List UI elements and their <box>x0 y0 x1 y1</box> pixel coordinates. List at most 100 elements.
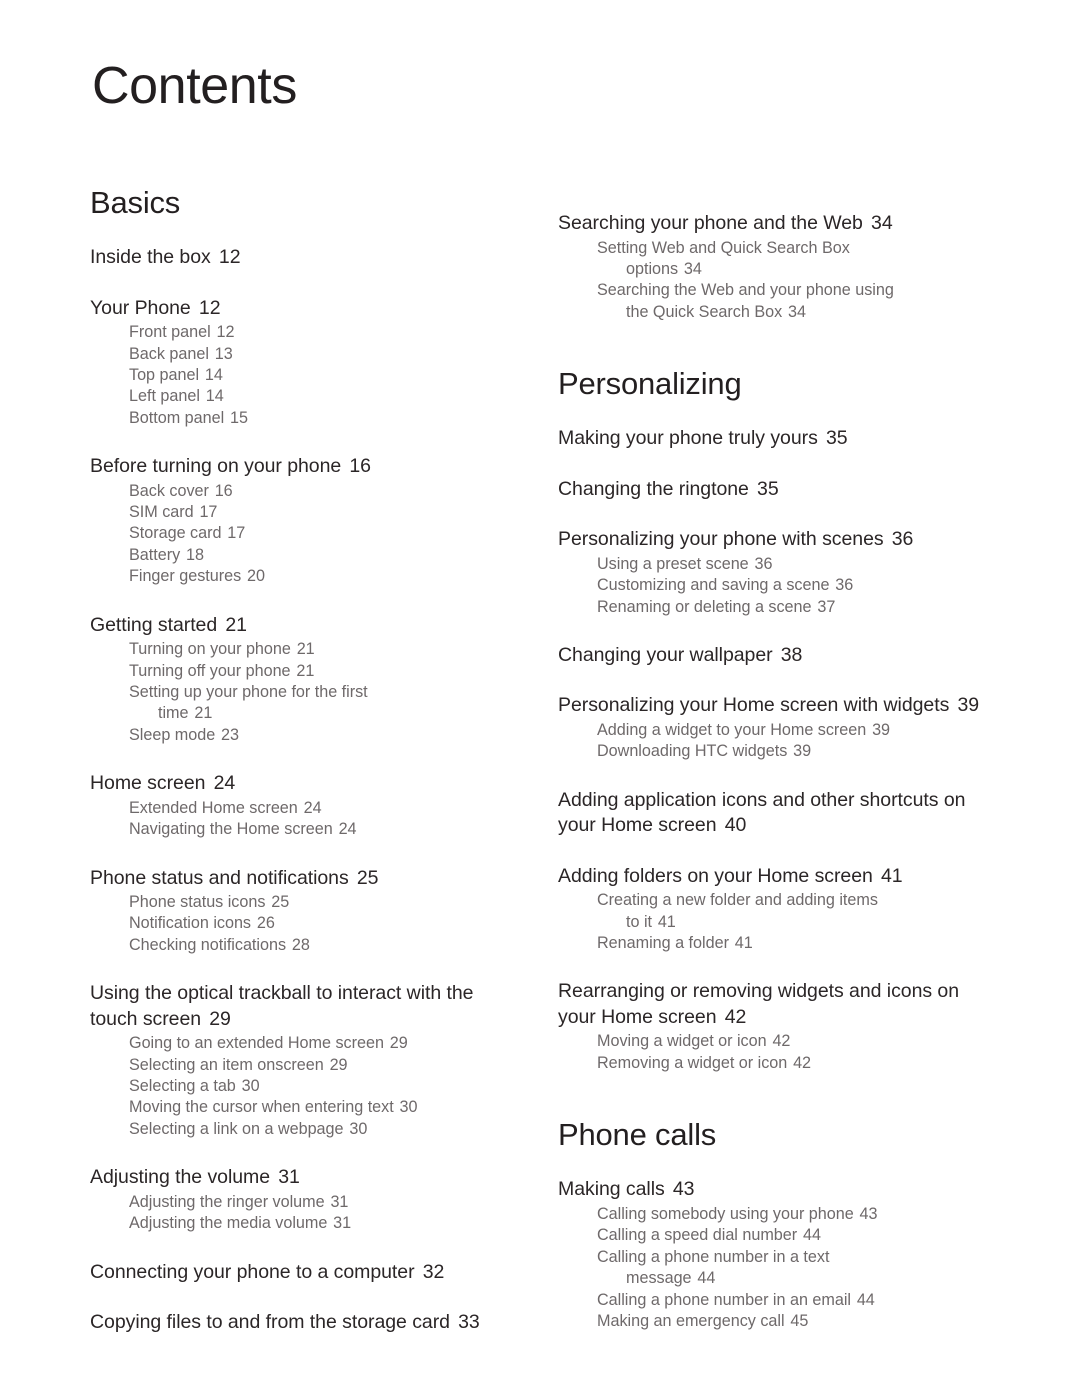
toc-subentry-label: Setting Web and Quick Search Box <box>597 238 850 257</box>
toc-subentry-top-panel[interactable]: Top panel 14 <box>90 365 510 386</box>
toc-subentry-sim-card[interactable]: SIM card 17 <box>90 502 510 523</box>
toc-subentry-page: 24 <box>303 798 322 817</box>
toc-subentry-list: Moving a widget or icon 42 Removing a widg… <box>558 1031 998 1074</box>
toc-subentry-finger-gestures[interactable]: Finger gestures 20 <box>90 566 510 587</box>
toc-subentry-page: 24 <box>338 820 357 839</box>
toc-subentry-page: 36 <box>835 576 854 595</box>
toc-subentry-label: Creating a new folder and adding items <box>597 891 878 910</box>
toc-subentry-calling-somebody-using-your-phone[interactable]: Calling somebody using your phone 43 <box>558 1204 998 1225</box>
toc-subentry-label: Moving the cursor when entering text <box>129 1098 394 1117</box>
toc-subentry-back-panel[interactable]: Back panel 13 <box>90 344 510 365</box>
toc-entry-connecting-your-phone-to-a-computer[interactable]: Connecting your phone to a computer 32 <box>90 1260 510 1286</box>
toc-entry-label: Personalizing your phone with scenes <box>558 528 884 551</box>
toc-subentry-list: Creating a new folder and adding items to… <box>558 890 998 954</box>
toc-subentry-setting-up-your-phone-for-the-first[interactable]: Setting up your phone for the first time 2… <box>90 682 510 725</box>
toc-subentry-downloading-htc-widgets[interactable]: Downloading HTC widgets 39 <box>558 741 998 762</box>
toc-subentry-label-continued: message 44 <box>626 1269 716 1288</box>
toc-entry-before-turning-on-your-phone[interactable]: Before turning on your phone 16 <box>90 454 510 480</box>
toc-subentry-removing-a-widget-or-icon[interactable]: Removing a widget or icon 42 <box>558 1053 998 1074</box>
toc-subentry-moving-a-widget-or-icon[interactable]: Moving a widget or icon 42 <box>558 1031 998 1052</box>
toc-entry-getting-started[interactable]: Getting started 21 <box>90 613 510 639</box>
toc-subentry-label: Back cover <box>129 481 209 500</box>
page-title: Contents <box>92 57 297 115</box>
toc-entry-inside-the-box[interactable]: Inside the box 12 <box>90 245 510 271</box>
toc-entry-adjusting-the-volume[interactable]: Adjusting the volume 31 <box>90 1165 510 1191</box>
toc-entry-page: 43 <box>672 1178 695 1201</box>
toc-subentry-page: 34 <box>787 302 806 321</box>
toc-subentry-label: Selecting an item onscreen <box>129 1055 324 1074</box>
toc-entry-adding-application-icons-and-other-shortcuts-on-[interactable]: Adding application icons and other short… <box>558 788 998 839</box>
toc-subentry-creating-a-new-folder-and-adding-items[interactable]: Creating a new folder and adding items to… <box>558 890 998 933</box>
toc-subentry-sleep-mode[interactable]: Sleep mode 23 <box>90 725 510 746</box>
toc-subentry-bottom-panel[interactable]: Bottom panel 15 <box>90 408 510 429</box>
toc-entry-page: 42 <box>724 1005 747 1028</box>
toc-subentry-turning-on-your-phone[interactable]: Turning on your phone 21 <box>90 639 510 660</box>
toc-entry-page: 25 <box>356 866 379 889</box>
toc-entry-using-the-optical-trackball-to-interact-with-the[interactable]: Using the optical trackball to interact … <box>90 981 510 1032</box>
toc-subentry-calling-a-phone-number-in-a-text[interactable]: Calling a phone number in a text message 4… <box>558 1247 998 1290</box>
toc-entry-label: Your Phone <box>90 296 191 319</box>
toc-entry-phone-status-and-notifications[interactable]: Phone status and notifications 25 <box>90 866 510 892</box>
toc-subentry-customizing-and-saving-a-scene[interactable]: Customizing and saving a scene 36 <box>558 575 998 596</box>
toc-subentry-label: Calling a speed dial number <box>597 1226 798 1245</box>
toc-entry-label: Home screen <box>90 772 206 795</box>
toc-subentry-selecting-an-item-onscreen[interactable]: Selecting an item onscreen 29 <box>90 1055 510 1076</box>
toc-subentry-phone-status-icons[interactable]: Phone status icons 25 <box>90 892 510 913</box>
toc-subentry-page: 29 <box>389 1034 408 1053</box>
toc-subentry-making-an-emergency-call[interactable]: Making an emergency call 45 <box>558 1311 998 1332</box>
toc-entry-personalizing-your-home-screen-with-widgets[interactable]: Personalizing your Home screen with widg… <box>558 693 998 719</box>
toc-subentry-navigating-the-home-screen[interactable]: Navigating the Home screen 24 <box>90 819 510 840</box>
toc-subentry-calling-a-speed-dial-number[interactable]: Calling a speed dial number 44 <box>558 1225 998 1246</box>
toc-subentry-page: 13 <box>214 344 233 363</box>
toc-subentry-notification-icons[interactable]: Notification icons 26 <box>90 913 510 934</box>
toc-entry-adding-folders-on-your-home-screen[interactable]: Adding folders on your Home screen 41 <box>558 864 998 890</box>
toc-entry-label: Making your phone truly yours <box>558 427 818 450</box>
toc-subentry-adjusting-the-media-volume[interactable]: Adjusting the media volume 31 <box>90 1213 510 1234</box>
toc-entry-searching-your-phone-and-the-web[interactable]: Searching your phone and the Web 34 <box>558 211 998 237</box>
toc-subentry-list: Setting Web and Quick Search Box options 3… <box>558 238 998 324</box>
toc-subentry-selecting-a-tab[interactable]: Selecting a tab 30 <box>90 1076 510 1097</box>
toc-subentry-renaming-a-folder[interactable]: Renaming a folder 41 <box>558 933 998 954</box>
toc-subentry-back-cover[interactable]: Back cover 16 <box>90 481 510 502</box>
toc-subentry-adjusting-the-ringer-volume[interactable]: Adjusting the ringer volume 31 <box>90 1192 510 1213</box>
toc-entry-making-calls[interactable]: Making calls 43 <box>558 1177 998 1203</box>
toc-subentry-label-continued: options 34 <box>626 259 702 278</box>
toc-subentry-using-a-preset-scene[interactable]: Using a preset scene 36 <box>558 554 998 575</box>
toc-section: Searching your phone and the Web 34 Settin… <box>558 211 998 323</box>
toc-subentry-label: Downloading HTC widgets <box>597 742 788 761</box>
toc-subentry-renaming-or-deleting-a-scene[interactable]: Renaming or deleting a scene 37 <box>558 597 998 618</box>
toc-entry-personalizing-your-phone-with-scenes[interactable]: Personalizing your phone with scenes 36 <box>558 527 998 553</box>
toc-subentry-moving-the-cursor-when-entering-text[interactable]: Moving the cursor when entering text 30 <box>90 1097 510 1118</box>
toc-entry-making-your-phone-truly-yours[interactable]: Making your phone truly yours 35 <box>558 426 998 452</box>
toc-entry-your-phone[interactable]: Your Phone 12 <box>90 296 510 322</box>
toc-subentry-label: Customizing and saving a scene <box>597 576 830 595</box>
toc-entry-label: Adjusting the volume <box>90 1166 271 1189</box>
toc-subentry-storage-card[interactable]: Storage card 17 <box>90 523 510 544</box>
toc-subentry-battery[interactable]: Battery 18 <box>90 545 510 566</box>
toc-entry-changing-your-wallpaper[interactable]: Changing your wallpaper 38 <box>558 643 998 669</box>
toc-subentry-searching-the-web-and-your-phone-using[interactable]: Searching the Web and your phone using th… <box>558 280 998 323</box>
toc-subentry-going-to-an-extended-home-screen[interactable]: Going to an extended Home screen 29 <box>90 1033 510 1054</box>
toc-entry-page: 41 <box>881 864 903 887</box>
toc-entry-label: Adding folders on your Home screen <box>558 864 873 887</box>
toc-subentry-checking-notifications[interactable]: Checking notifications 28 <box>90 935 510 956</box>
toc-entry-changing-the-ringtone[interactable]: Changing the ringtone 35 <box>558 477 998 503</box>
toc-subentry-adding-a-widget-to-your-home-screen[interactable]: Adding a widget to your Home screen 39 <box>558 720 998 741</box>
toc-entry-rearranging-or-removing-widgets-and-icons-on-you[interactable]: Rearranging or removing widgets and icon… <box>558 979 998 1030</box>
toc-subentry-turning-off-your-phone[interactable]: Turning off your phone 21 <box>90 661 510 682</box>
toc-entry-home-screen[interactable]: Home screen 24 <box>90 771 510 797</box>
toc-subentry-label: Going to an extended Home screen <box>129 1034 384 1053</box>
toc-section-personalizing: Personalizing Making your phone truly you… <box>558 367 998 1074</box>
toc-subentry-left-panel[interactable]: Left panel 14 <box>90 386 510 407</box>
toc-subentry-selecting-a-link-on-a-webpage[interactable]: Selecting a link on a webpage 30 <box>90 1119 510 1140</box>
toc-subentry-calling-a-phone-number-in-an-email[interactable]: Calling a phone number in an email 44 <box>558 1290 998 1311</box>
toc-entry-label: Inside the box <box>90 246 211 269</box>
toc-subentry-page: 44 <box>802 1226 821 1245</box>
toc-subentry-front-panel[interactable]: Front panel 12 <box>90 322 510 343</box>
toc-section-basics: Basics Inside the box 12 Your Phone 12 Front … <box>90 185 510 1336</box>
toc-entry-copying-files-to-and-from-the-storage-card[interactable]: Copying files to and from the storage ca… <box>90 1310 510 1336</box>
toc-subentry-setting-web-and-quick-search-box[interactable]: Setting Web and Quick Search Box options 3… <box>558 238 998 281</box>
toc-subentry-extended-home-screen[interactable]: Extended Home screen 24 <box>90 798 510 819</box>
toc-subentry-page: 31 <box>330 1192 349 1211</box>
toc-subentry-label: Setting up your phone for the first <box>129 682 368 701</box>
